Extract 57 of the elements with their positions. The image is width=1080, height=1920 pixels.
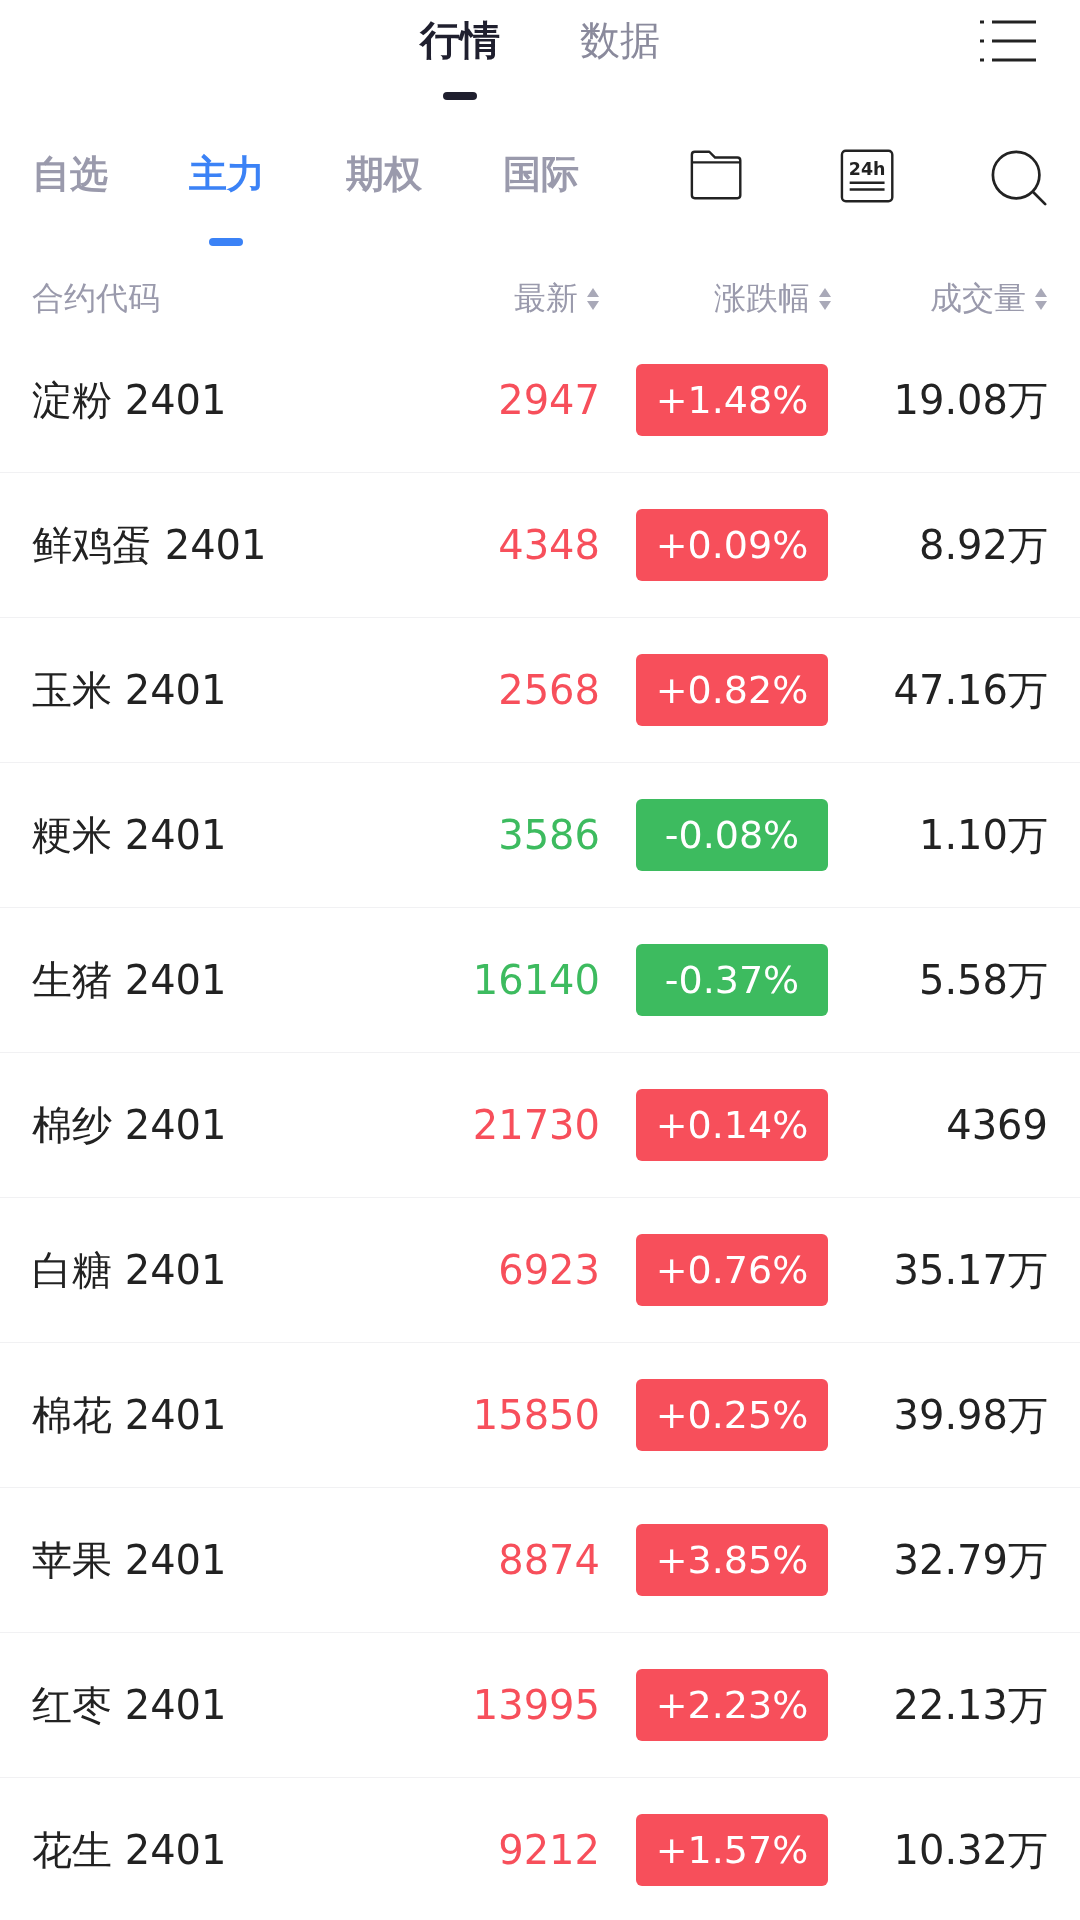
latest-price: 9212: [497, 1827, 600, 1873]
change-percent: +0.14%: [636, 1089, 828, 1161]
volume: 32.79万: [892, 1535, 1048, 1585]
contract-name: 花生 2401: [32, 1825, 228, 1875]
contract-name: 粳米 2401: [32, 810, 228, 860]
volume: 19.08万: [892, 375, 1048, 425]
contract-name: 生猪 2401: [32, 955, 228, 1005]
volume: 1.10万: [917, 810, 1048, 860]
volume: 47.16万: [892, 665, 1048, 715]
column-header: 合约代码: [32, 278, 161, 319]
top-tab[interactable]: 数据: [580, 12, 660, 108]
latest-price: 16140: [471, 957, 600, 1003]
latest-price: 15850: [471, 1392, 600, 1438]
contract-name: 鲜鸡蛋 2401: [32, 520, 268, 570]
change-percent: +0.09%: [636, 509, 828, 581]
volume: 5.58万: [917, 955, 1048, 1005]
change-percent: +1.48%: [636, 364, 828, 436]
top-tab[interactable]: 行情: [420, 12, 500, 108]
sub-tab[interactable]: 国际: [502, 148, 660, 252]
change-percent: +0.25%: [636, 1379, 828, 1451]
latest-price: 2947: [497, 377, 600, 423]
volume: 35.17万: [892, 1245, 1048, 1295]
volume: 8.92万: [917, 520, 1048, 570]
contract-name: 淀粉 2401: [32, 375, 228, 425]
latest-price: 8874: [497, 1537, 600, 1583]
change-percent: -0.37%: [636, 944, 828, 1016]
search-icon[interactable]: [989, 148, 1048, 208]
volume: 39.98万: [892, 1390, 1048, 1440]
column-header[interactable]: 成交量: [930, 277, 1026, 321]
volume: 22.13万: [892, 1680, 1048, 1730]
change-percent: +0.76%: [636, 1234, 828, 1306]
contract-name: 棉花 2401: [32, 1390, 228, 1440]
sub-tab[interactable]: 自选: [32, 148, 189, 252]
column-header[interactable]: 涨跌幅: [714, 277, 810, 321]
change-percent: +1.57%: [636, 1814, 828, 1886]
change-percent: +2.23%: [636, 1669, 828, 1741]
sub-tab[interactable]: 期权: [345, 148, 503, 252]
contract-name: 红枣 2401: [32, 1680, 228, 1730]
latest-price: 4348: [497, 522, 600, 568]
contract-name: 白糖 2401: [32, 1245, 228, 1295]
latest-price: 3586: [497, 812, 600, 858]
contract-name: 棉纱 2401: [32, 1100, 228, 1150]
column-header[interactable]: 最新: [514, 277, 578, 321]
menu-icon[interactable]: [980, 19, 1036, 63]
change-percent: +0.82%: [636, 654, 828, 726]
latest-price: 13995: [471, 1682, 600, 1728]
latest-price: 6923: [497, 1247, 600, 1293]
news-icon[interactable]: 24h: [839, 148, 894, 204]
change-percent: -0.08%: [636, 799, 828, 871]
volume: 10.32万: [892, 1825, 1048, 1875]
contract-name: 苹果 2401: [32, 1535, 228, 1585]
latest-price: 2568: [497, 667, 600, 713]
latest-price: 21730: [471, 1102, 600, 1148]
volume: 4369: [945, 1102, 1048, 1148]
contract-name: 玉米 2401: [32, 665, 228, 715]
change-percent: +3.85%: [636, 1524, 828, 1596]
sub-tab[interactable]: 主力: [188, 148, 346, 252]
